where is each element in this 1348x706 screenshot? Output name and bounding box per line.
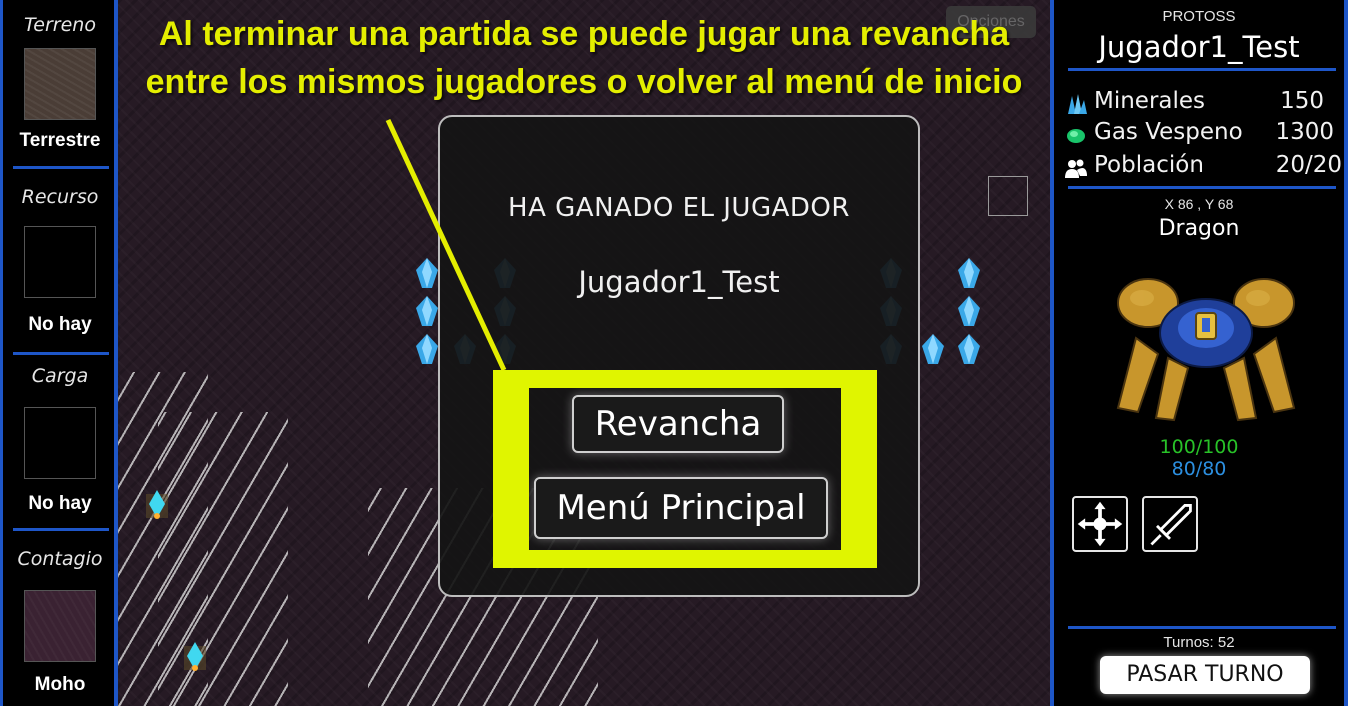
population-icon — [1065, 159, 1087, 178]
move-action-button[interactable] — [1072, 496, 1128, 552]
terrain-swatch — [24, 48, 96, 120]
left-divider — [13, 166, 109, 169]
mineral-crystal — [958, 334, 980, 364]
winner-name: Jugador1_Test — [578, 265, 780, 299]
mineral-crystal — [416, 296, 438, 326]
end-turn-button[interactable]: PASAR TURNO — [1100, 656, 1310, 694]
left-info-panel: Terreno Terrestre Recurso No hay Carga N… — [0, 0, 118, 706]
contagion-section: Contagio Moho — [11, 548, 109, 696]
tile-coordinates: X 86 , Y 68 — [1164, 196, 1234, 212]
population-value: 20/20 — [1275, 152, 1342, 178]
resource-swatch — [24, 226, 96, 298]
sword-icon — [1150, 504, 1192, 546]
minerals-label: Minerales — [1094, 88, 1206, 114]
cargo-section: Carga No hay — [11, 365, 109, 515]
race-label: PROTOSS — [1162, 8, 1236, 25]
minerals-row: Minerales 150 — [1064, 88, 1334, 118]
resource-title: Recurso — [21, 186, 99, 208]
attack-action-button[interactable] — [1142, 496, 1198, 552]
gas-value: 1300 — [1275, 119, 1334, 145]
annotation-line-2: entre los mismos jugadores o volver al m… — [145, 63, 1023, 101]
contagion-title: Contagio — [17, 548, 103, 570]
mineral-icon — [1068, 94, 1087, 114]
resource-section: Recurso No hay — [11, 186, 109, 336]
gas-label: Gas Vespeno — [1094, 119, 1243, 145]
mineral-crystal — [958, 296, 980, 326]
dragoon-portrait — [1116, 278, 1296, 422]
annotation-line-1: Al terminar una partida se puede jugar u… — [158, 15, 1010, 53]
probe-unit[interactable] — [180, 640, 210, 674]
unit-shield: 80/80 — [1171, 458, 1227, 480]
blocked-terrain — [158, 412, 288, 706]
contagion-swatch — [24, 590, 96, 662]
terrain-value: Terrestre — [19, 130, 101, 151]
right-divider — [1068, 186, 1336, 189]
resource-value: No hay — [28, 314, 92, 335]
right-divider — [1068, 626, 1336, 629]
population-row: Población 20/20 — [1064, 152, 1342, 182]
tutorial-annotation: Al terminar una partida se puede jugar u… — [118, 10, 1050, 106]
turn-counter: Turnos: 52 — [1163, 634, 1235, 651]
minerals-value: 150 — [1280, 88, 1324, 114]
mineral-crystal — [416, 334, 438, 364]
game-map[interactable]: Opciones HA GANADO EL JUGADOR Jugador1_T… — [118, 0, 1050, 706]
population-label: Población — [1094, 152, 1204, 178]
contagion-value: Moho — [34, 674, 86, 695]
unit-hp: 100/100 — [1159, 436, 1239, 458]
mineral-crystal — [416, 258, 438, 288]
gas-row: Gas Vespeno 1300 — [1064, 119, 1334, 149]
gas-icon — [1067, 129, 1085, 143]
move-icon — [1077, 501, 1123, 547]
left-divider — [13, 528, 109, 531]
right-info-panel: PROTOSS Jugador1_Test Minerales 150 Gas … — [1050, 0, 1348, 706]
tile-selection-square — [988, 176, 1028, 216]
terrain-section: Terreno Terrestre — [11, 14, 109, 152]
unit-name: Dragon — [1158, 216, 1240, 241]
cargo-title: Carga — [31, 365, 89, 387]
mineral-crystal — [922, 334, 944, 364]
cargo-swatch — [24, 407, 96, 479]
tutorial-highlight-box — [493, 370, 877, 568]
mineral-crystal — [958, 258, 980, 288]
dialog-title: HA GANADO EL JUGADOR — [508, 193, 850, 223]
left-divider — [13, 352, 109, 355]
cargo-value: No hay — [28, 493, 92, 514]
probe-unit[interactable] — [142, 488, 172, 522]
right-divider — [1068, 68, 1336, 71]
player-name: Jugador1_Test — [1098, 30, 1300, 64]
terrain-title: Terreno — [24, 14, 96, 36]
